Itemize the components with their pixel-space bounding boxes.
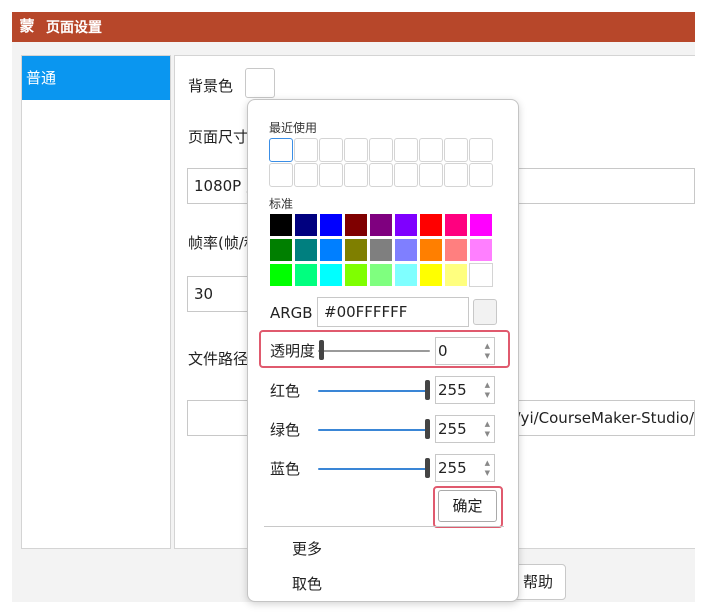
blue-label: 蓝色 [270, 460, 301, 478]
green-value: 255 [438, 420, 467, 438]
standard-color-swatch[interactable] [419, 263, 443, 287]
argb-input[interactable]: #00FFFFFF [317, 297, 469, 327]
standard-color-swatch[interactable] [319, 213, 343, 237]
standard-color-swatch[interactable] [344, 213, 368, 237]
recent-color-cell[interactable] [294, 138, 318, 162]
recent-color-cell[interactable] [444, 138, 468, 162]
blue-spinbox[interactable]: 255 ▲ ▼ [435, 454, 495, 482]
recent-color-cell[interactable] [419, 163, 443, 187]
spin-up-icon[interactable]: ▲ [485, 381, 490, 389]
sidebar-item-general[interactable]: 普通 [22, 56, 170, 100]
recent-color-cell[interactable] [319, 163, 343, 187]
opacity-label: 透明度 [270, 342, 316, 360]
opacity-spinbox[interactable]: 0 ▲ ▼ [435, 337, 495, 365]
standard-color-swatch[interactable] [294, 263, 318, 287]
standard-colors-label: 标准 [269, 197, 294, 211]
sidebar: 普通 [21, 55, 171, 549]
color-picker-popup: 最近使用 标准 ARGB #00FFFFFF 透明度 0 ▲ ▼ 红色 255 … [247, 99, 519, 602]
red-value: 255 [438, 381, 467, 399]
green-slider-track[interactable] [318, 429, 428, 431]
green-label: 绿色 [270, 421, 301, 439]
standard-color-swatch[interactable] [269, 213, 293, 237]
standard-color-swatch[interactable] [319, 263, 343, 287]
recent-color-cell[interactable] [319, 138, 343, 162]
more-colors-menu-item[interactable]: 更多 [292, 538, 322, 559]
red-slider-thumb[interactable] [425, 380, 430, 400]
recent-color-cell[interactable] [369, 138, 393, 162]
standard-color-swatch[interactable] [269, 238, 293, 262]
recent-color-cell[interactable] [419, 138, 443, 162]
recent-color-cell[interactable] [344, 138, 368, 162]
opacity-slider-thumb[interactable] [319, 340, 324, 360]
spin-down-icon[interactable]: ▼ [485, 352, 490, 360]
app-logo-icon: 蒙 [19, 17, 35, 35]
bg-color-label: 背景色 [188, 77, 234, 95]
standard-color-swatch[interactable] [369, 238, 393, 262]
red-spinbox[interactable]: 255 ▲ ▼ [435, 376, 495, 404]
standard-color-swatch[interactable] [294, 238, 318, 262]
standard-color-swatch[interactable] [444, 238, 468, 262]
standard-color-swatch[interactable] [444, 263, 468, 287]
blue-slider-track[interactable] [318, 468, 428, 470]
recent-color-cell[interactable] [344, 163, 368, 187]
blue-slider-thumb[interactable] [425, 458, 430, 478]
spin-up-icon[interactable]: ▲ [485, 459, 490, 467]
standard-color-swatch[interactable] [394, 263, 418, 287]
red-slider-track[interactable] [318, 390, 428, 392]
recent-color-cell[interactable] [269, 163, 293, 187]
recent-colors-label: 最近使用 [269, 121, 318, 135]
standard-color-swatch[interactable] [469, 213, 493, 237]
recent-color-cell[interactable] [369, 163, 393, 187]
spin-up-icon[interactable]: ▲ [485, 342, 490, 350]
recent-color-cell[interactable] [394, 163, 418, 187]
standard-color-swatch[interactable] [369, 263, 393, 287]
standard-color-swatch[interactable] [344, 238, 368, 262]
standard-color-swatch[interactable] [394, 238, 418, 262]
standard-color-swatch[interactable] [469, 263, 493, 287]
page-size-label: 页面尺寸 [188, 128, 249, 146]
bg-color-swatch-button[interactable] [245, 68, 275, 98]
pick-color-menu-item[interactable]: 取色 [292, 573, 322, 594]
standard-color-swatch[interactable] [269, 263, 293, 287]
standard-color-swatch[interactable] [344, 263, 368, 287]
file-path-label: 文件路径 [188, 350, 249, 368]
recent-color-cell[interactable] [394, 138, 418, 162]
standard-color-swatch[interactable] [394, 213, 418, 237]
recent-color-cell[interactable] [469, 163, 493, 187]
color-preview-swatch [473, 299, 497, 325]
spin-down-icon[interactable]: ▼ [485, 469, 490, 477]
argb-label: ARGB [270, 304, 313, 322]
standard-color-swatch[interactable] [319, 238, 343, 262]
recent-color-cell[interactable] [269, 138, 293, 162]
red-label: 红色 [270, 382, 301, 400]
window-title: 页面设置 [46, 20, 102, 36]
standard-color-swatch[interactable] [469, 238, 493, 262]
ok-button[interactable]: 确定 [438, 490, 497, 522]
standard-color-swatch[interactable] [419, 238, 443, 262]
standard-color-swatch[interactable] [294, 213, 318, 237]
recent-color-cell[interactable] [469, 138, 493, 162]
spin-down-icon[interactable]: ▼ [485, 391, 490, 399]
menu-divider [264, 526, 504, 527]
standard-color-swatch[interactable] [444, 213, 468, 237]
title-bar: 蒙 页面设置 [12, 12, 695, 42]
standard-color-swatch[interactable] [419, 213, 443, 237]
green-slider-thumb[interactable] [425, 419, 430, 439]
standard-color-swatch[interactable] [369, 213, 393, 237]
green-spinbox[interactable]: 255 ▲ ▼ [435, 415, 495, 443]
recent-color-cell[interactable] [444, 163, 468, 187]
spin-down-icon[interactable]: ▼ [485, 430, 490, 438]
blue-value: 255 [438, 459, 467, 477]
opacity-slider-track[interactable] [318, 350, 430, 352]
recent-color-cell[interactable] [294, 163, 318, 187]
spin-up-icon[interactable]: ▲ [485, 420, 490, 428]
opacity-value: 0 [438, 342, 448, 360]
